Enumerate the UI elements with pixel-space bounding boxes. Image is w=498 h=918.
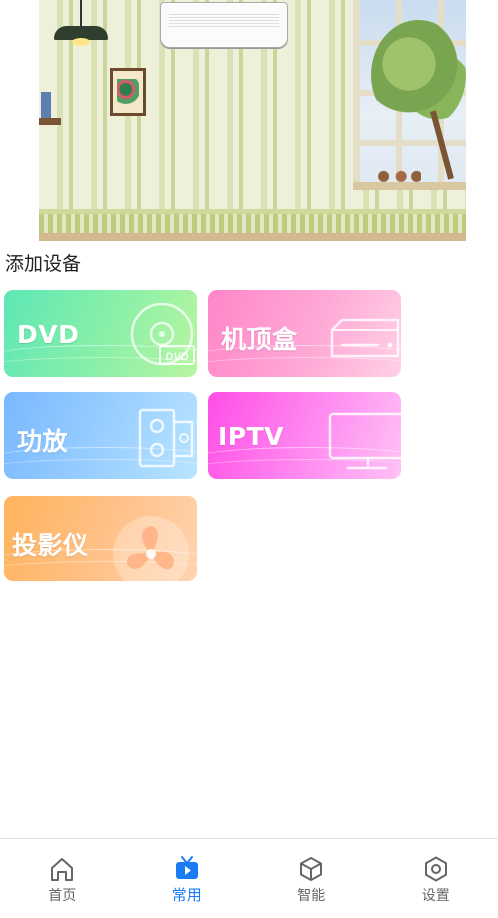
tab-settings[interactable]: 设置	[374, 839, 498, 918]
device-card-amplifier[interactable]: 功放	[4, 392, 197, 479]
tab-smart[interactable]: 智能	[249, 839, 374, 918]
wall-shelf	[39, 118, 61, 125]
device-card-label: 投影仪	[12, 531, 89, 560]
air-conditioner-icon	[160, 2, 288, 48]
add-device-title: 添加设备	[5, 253, 82, 275]
device-card-label: 机顶盒	[221, 325, 298, 354]
wall-picture-frame	[110, 68, 146, 116]
floor	[39, 233, 466, 241]
tab-label: 设置	[421, 888, 450, 904]
plant-pots	[377, 168, 421, 182]
tab-label: 智能	[297, 888, 326, 904]
tv-play-icon	[175, 856, 198, 879]
tab-common[interactable]: 常用	[125, 839, 250, 918]
tree-outside-window	[371, 20, 466, 130]
card-wave-decoration	[208, 357, 401, 377]
device-card-dvd[interactable]: DVD DVD	[4, 290, 197, 377]
hexagon-settings-icon	[424, 856, 447, 882]
room-illustration-banner	[39, 0, 466, 241]
cube-icon	[300, 857, 323, 881]
device-card-projector[interactable]: 投影仪	[4, 496, 197, 581]
svg-text:DVD: DVD	[165, 351, 188, 363]
speaker-icon	[138, 408, 194, 468]
tab-label: 首页	[48, 888, 77, 904]
disc-icon: DVD	[130, 302, 195, 366]
monitor-icon	[328, 412, 401, 470]
lamp-bulb	[72, 38, 90, 46]
device-card-iptv[interactable]: IPTV	[208, 392, 401, 479]
bottom-tab-bar: 首页 常用 智能 设置	[0, 838, 498, 918]
tab-home[interactable]: 首页	[0, 839, 125, 918]
fan-icon	[113, 516, 189, 581]
device-card-set-top-box[interactable]: 机顶盒	[208, 290, 401, 377]
window-sill	[353, 182, 466, 190]
home-icon	[51, 858, 74, 881]
book-icon	[41, 92, 51, 118]
device-card-label: DVD	[17, 320, 80, 349]
tab-label: 常用	[171, 886, 202, 904]
pendant-lamp-cord	[80, 0, 82, 26]
device-card-label: IPTV	[218, 422, 285, 451]
device-card-label: 功放	[17, 427, 69, 456]
set-top-box-icon	[330, 318, 400, 358]
